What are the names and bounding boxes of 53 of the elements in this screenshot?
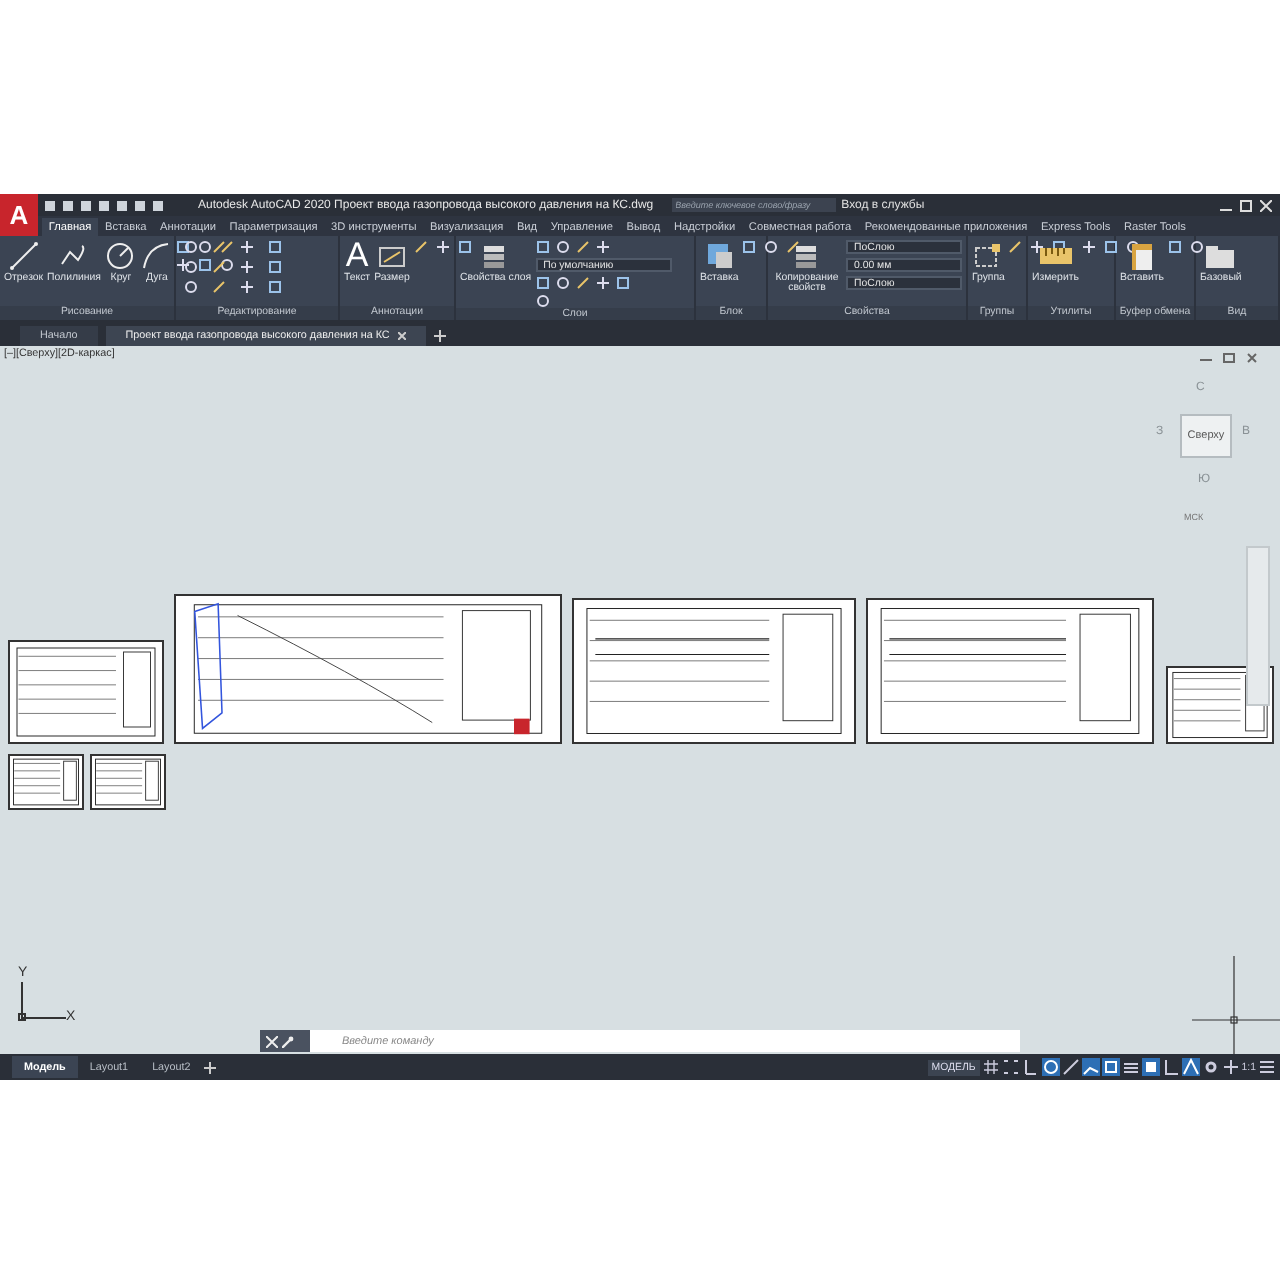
- ribbon-tool-icon[interactable]: [1052, 240, 1067, 254]
- ribbon-tool-icon[interactable]: [240, 240, 254, 254]
- status-toggle-button[interactable]: [1161, 1058, 1180, 1076]
- ribbon-tool-icon: [140, 240, 173, 272]
- ribbon-tool-icon: [972, 240, 1005, 272]
- status-toggle-button[interactable]: [1121, 1058, 1140, 1076]
- status-toggle-button[interactable]: [1201, 1058, 1220, 1076]
- customize-menu-icon[interactable]: [1258, 1058, 1276, 1076]
- add-tab-icon[interactable]: [433, 326, 446, 346]
- ribbon-tool-icon[interactable]: [240, 260, 254, 274]
- ribbon-tool-icon[interactable]: [435, 240, 450, 254]
- close-icon[interactable]: [397, 332, 406, 340]
- status-bar-icon: [1181, 1058, 1200, 1076]
- ribbon-tool-icon[interactable]: [1082, 240, 1097, 254]
- wrench-icon[interactable]: [282, 1035, 294, 1047]
- ribbon-tool-icon[interactable]: [595, 276, 610, 290]
- command-line-toolbar[interactable]: [260, 1030, 310, 1052]
- status-bar-icon: [1121, 1058, 1140, 1076]
- status-toggle-button[interactable]: [1221, 1058, 1240, 1076]
- app-menu-button[interactable]: A: [0, 194, 38, 236]
- close-icon[interactable]: [1260, 199, 1272, 211]
- ribbon-tool-icon: [703, 240, 736, 272]
- status-toggle-button[interactable]: [1061, 1058, 1080, 1076]
- status-bar-icon: [1061, 1058, 1080, 1076]
- maximize-icon[interactable]: [1240, 199, 1252, 211]
- status-bar-icon: [1201, 1058, 1220, 1076]
- ribbon-tool-icon[interactable]: [1030, 240, 1045, 254]
- status-toggle-button[interactable]: [1001, 1058, 1020, 1076]
- ribbon-tool-icon[interactable]: [595, 240, 610, 254]
- status-bar-icon: [1221, 1058, 1240, 1076]
- status-bar-icon: [981, 1058, 1000, 1076]
- ribbon-tool-icon: [104, 240, 137, 272]
- status-bar-icon: [1161, 1058, 1180, 1076]
- status-bar-icon: [1101, 1058, 1120, 1076]
- ribbon-tool-icon[interactable]: [457, 240, 472, 254]
- ribbon-tool-icon[interactable]: [1008, 240, 1023, 254]
- status-toggle-button[interactable]: [1021, 1058, 1040, 1076]
- status-bar-icon: [1041, 1058, 1060, 1076]
- status-bar-icon: [1021, 1058, 1040, 1076]
- status-toggle-button[interactable]: [1081, 1058, 1100, 1076]
- add-layout-icon[interactable]: [202, 1059, 219, 1075]
- status-bar-icon: [1001, 1058, 1020, 1076]
- drawing-sheet: [90, 754, 166, 810]
- status-bar-icon: [1141, 1058, 1160, 1076]
- ribbon-tool-icon: [7, 240, 40, 272]
- drawing-sheet: [8, 754, 84, 810]
- ribbon-tool-icon[interactable]: [240, 280, 254, 294]
- ucs-axes-icon: [18, 982, 66, 1022]
- ribbon-tool-icon[interactable]: [615, 276, 630, 290]
- ribbon-tool-icon[interactable]: [176, 258, 191, 272]
- status-toggle-button[interactable]: [1141, 1058, 1160, 1076]
- ribbon-tool-icon[interactable]: [413, 240, 428, 254]
- status-toggle-button[interactable]: [981, 1058, 1000, 1076]
